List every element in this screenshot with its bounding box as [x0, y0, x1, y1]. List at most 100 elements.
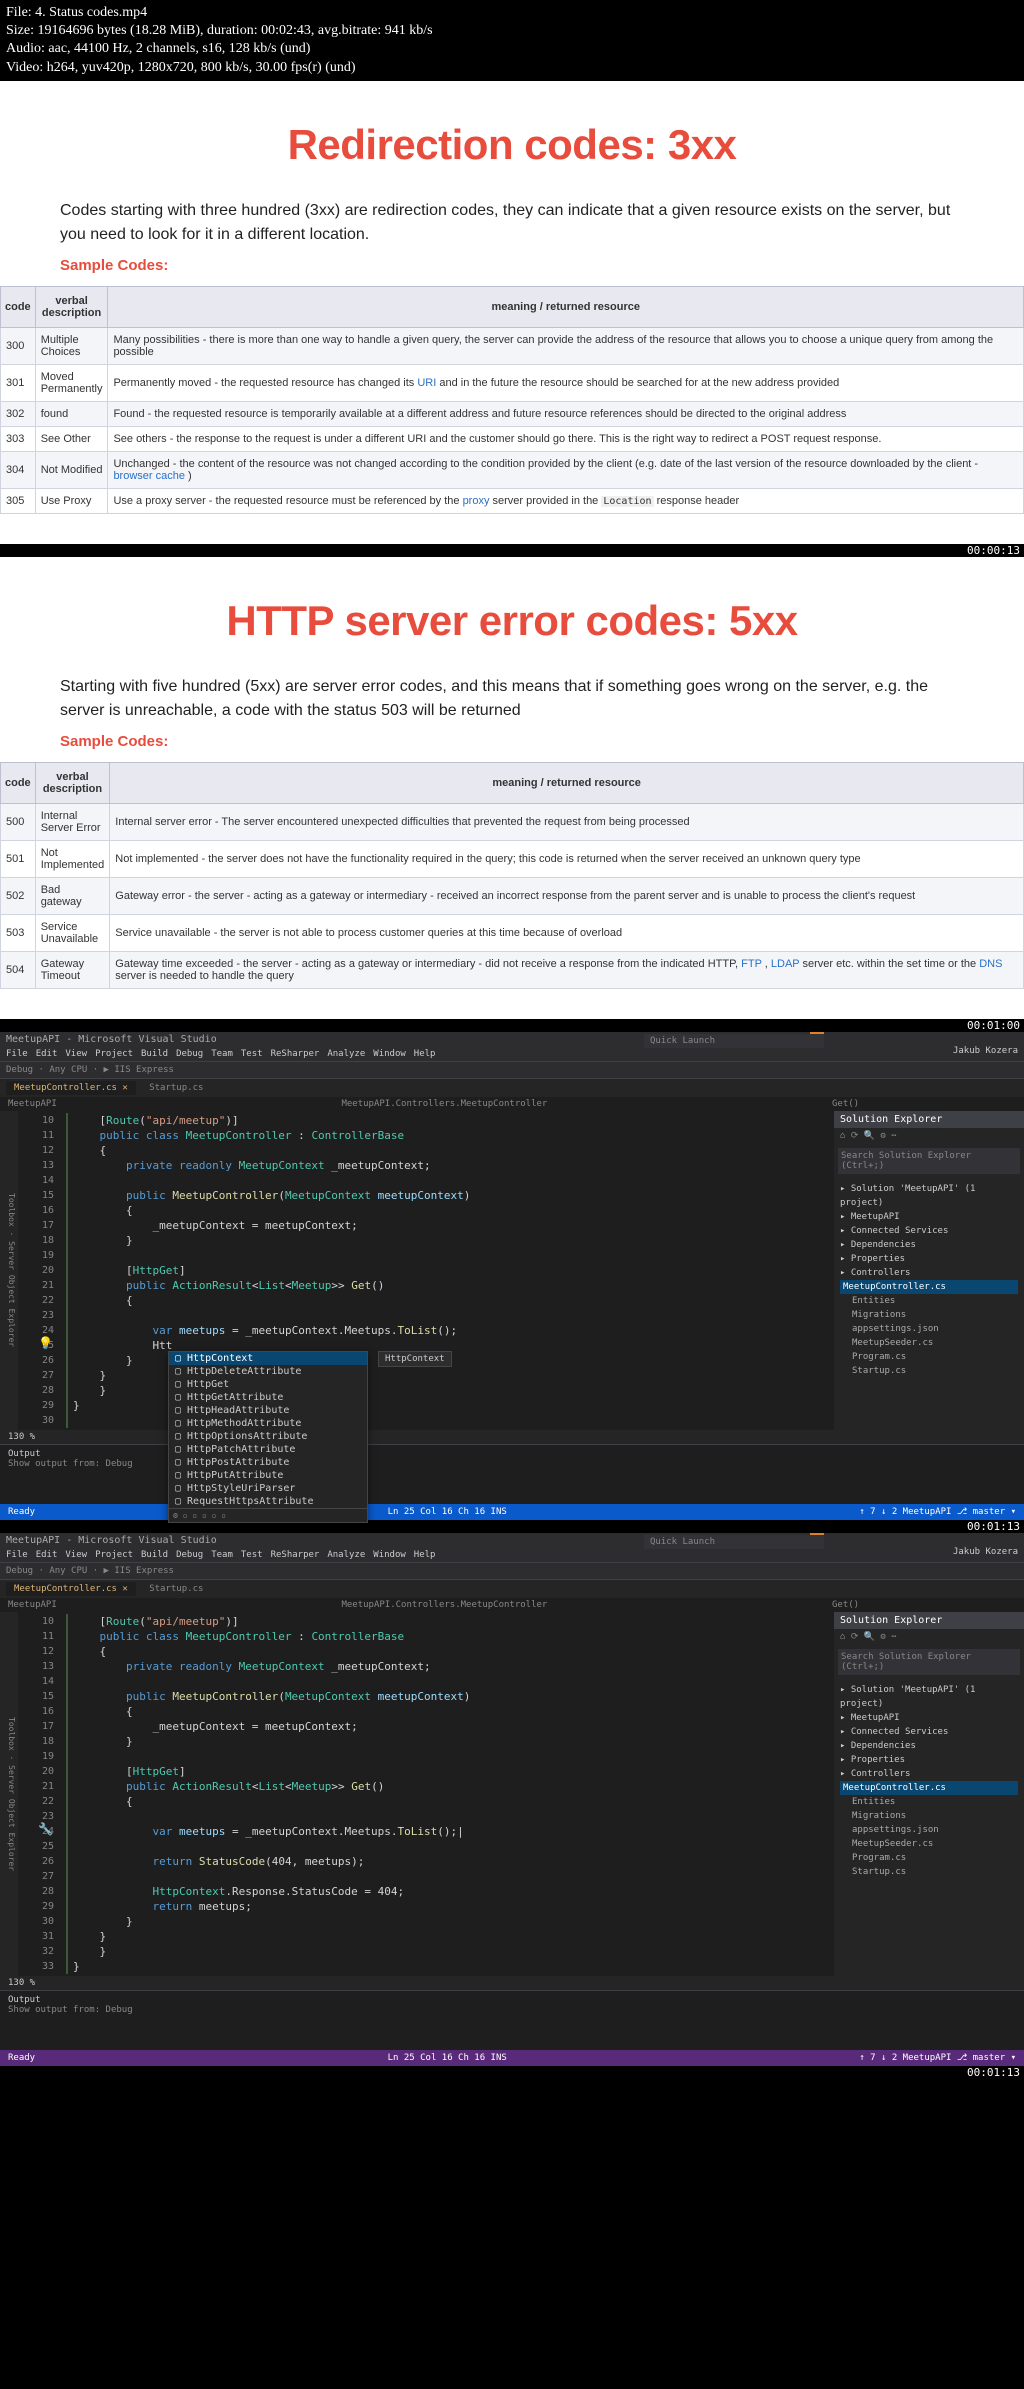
breadcrumb-class[interactable]: MeetupAPI.Controllers.MeetupController: [65, 1097, 824, 1111]
code-line[interactable]: 30: [18, 1413, 834, 1428]
code-line[interactable]: 10 [Route("api/meetup")]: [18, 1113, 834, 1128]
tree-item[interactable]: ▸ Dependencies: [840, 1739, 1018, 1753]
menu-item[interactable]: Edit: [36, 1550, 58, 1560]
menu-item[interactable]: Window: [373, 1550, 406, 1560]
code-line[interactable]: 19: [18, 1749, 834, 1764]
code-line[interactable]: 28 }: [18, 1383, 834, 1398]
solution-explorer[interactable]: Solution Explorer ⌂ ⟳ 🔍 ⚙ ⋯ Search Solut…: [834, 1612, 1024, 1976]
tree-item[interactable]: ▸ Solution 'MeetupAPI' (1 project): [840, 1683, 1018, 1711]
code-line[interactable]: 24 var meetups = _meetupContext.Meetups.…: [18, 1824, 834, 1839]
code-line[interactable]: 28 HttpContext.Response.StatusCode = 404…: [18, 1884, 834, 1899]
quick-launch[interactable]: Quick Launch: [644, 1034, 824, 1048]
intellisense-item[interactable]: ▢ HttpPatchAttribute: [169, 1443, 367, 1456]
editor-tabs[interactable]: MeetupController.cs ✕ Startup.cs: [0, 1079, 1024, 1097]
code-line[interactable]: 31 }: [18, 1929, 834, 1944]
code-line[interactable]: 15 public MeetupController(MeetupContext…: [18, 1689, 834, 1704]
menu-item[interactable]: ReSharper: [271, 1550, 320, 1560]
tree-item[interactable]: ▸ MeetupAPI: [840, 1210, 1018, 1224]
code-line[interactable]: 17 _meetupContext = meetupContext;: [18, 1719, 834, 1734]
tree-item[interactable]: ▸ Controllers: [840, 1767, 1018, 1781]
breadcrumb-left[interactable]: MeetupAPI: [0, 1598, 65, 1612]
code-line[interactable]: 15 public MeetupController(MeetupContext…: [18, 1188, 834, 1203]
code-line[interactable]: 23: [18, 1809, 834, 1824]
tree-item[interactable]: ▸ Dependencies: [840, 1238, 1018, 1252]
code-line[interactable]: 13 private readonly MeetupContext _meetu…: [18, 1659, 834, 1674]
screwdriver-icon[interactable]: 🔧: [38, 1822, 53, 1836]
intellisense-item[interactable]: ▢ HttpMethodAttribute: [169, 1417, 367, 1430]
code-line[interactable]: 26 return StatusCode(404, meetups);: [18, 1854, 834, 1869]
intellisense-item[interactable]: ▢ HttpPutAttribute: [169, 1469, 367, 1482]
tree-item[interactable]: ▸ Connected Services: [840, 1224, 1018, 1238]
menu-item[interactable]: Edit: [36, 1049, 58, 1059]
toolbar[interactable]: Debug · Any CPU · ▶ IIS Express: [0, 1563, 1024, 1580]
code-line[interactable]: 20 [HttpGet]: [18, 1764, 834, 1779]
tree-item[interactable]: Startup.cs: [840, 1865, 1018, 1879]
tree-item[interactable]: appsettings.json: [840, 1823, 1018, 1837]
menu-item[interactable]: Help: [414, 1049, 436, 1059]
breadcrumb-method[interactable]: Get(): [824, 1097, 1024, 1111]
status-git[interactable]: ↑ 7 ↓ 2 MeetupAPI ⎇ master ▾: [859, 2053, 1016, 2063]
code-line[interactable]: 27: [18, 1869, 834, 1884]
code-line[interactable]: 13 private readonly MeetupContext _meetu…: [18, 1158, 834, 1173]
code-line[interactable]: 19: [18, 1248, 834, 1263]
intellisense-item[interactable]: ▢ HttpStyleUriParser: [169, 1482, 367, 1495]
se-search[interactable]: Search Solution Explorer (Ctrl+;): [838, 1148, 1020, 1174]
breadcrumb-class[interactable]: MeetupAPI.Controllers.MeetupController: [65, 1598, 824, 1612]
code-line[interactable]: 11 public class MeetupController : Contr…: [18, 1128, 834, 1143]
tree-item[interactable]: appsettings.json: [840, 1322, 1018, 1336]
tree-item[interactable]: Startup.cs: [840, 1364, 1018, 1378]
menu-item[interactable]: File: [6, 1049, 28, 1059]
main-menu[interactable]: FileEditViewProjectBuildDebugTeamTestReS…: [0, 1047, 1024, 1062]
breadcrumb-method[interactable]: Get(): [824, 1598, 1024, 1612]
tree-item-selected[interactable]: MeetupController.cs: [840, 1280, 1018, 1294]
tree-item[interactable]: Entities: [840, 1294, 1018, 1308]
menu-item[interactable]: File: [6, 1550, 28, 1560]
code-line[interactable]: 29 return meetups;: [18, 1899, 834, 1914]
close-icon[interactable]: ✕: [122, 1584, 127, 1594]
tab-other[interactable]: Startup.cs: [141, 1081, 211, 1095]
link[interactable]: FTP: [741, 958, 762, 970]
menu-item[interactable]: Team: [211, 1049, 233, 1059]
sidebar-left-label[interactable]: Toolbox · Server Object Explorer: [0, 1612, 18, 1976]
code-line[interactable]: 18 }: [18, 1233, 834, 1248]
menu-item[interactable]: View: [65, 1550, 87, 1560]
code-line[interactable]: 22 {: [18, 1293, 834, 1308]
link[interactable]: LDAP: [771, 958, 800, 970]
se-search[interactable]: Search Solution Explorer (Ctrl+;): [838, 1649, 1020, 1675]
code-line[interactable]: 29}: [18, 1398, 834, 1413]
link[interactable]: browser cache: [113, 470, 185, 482]
code-line[interactable]: 27 }: [18, 1368, 834, 1383]
tree-item[interactable]: Program.cs: [840, 1851, 1018, 1865]
menu-item[interactable]: Analyze: [327, 1550, 365, 1560]
tree-item[interactable]: ▸ MeetupAPI: [840, 1711, 1018, 1725]
menu-item[interactable]: Project: [95, 1550, 133, 1560]
intellisense-popup[interactable]: ▢ HttpContext▢ HttpDeleteAttribute ▢ Http…: [168, 1351, 368, 1523]
menu-item[interactable]: Analyze: [327, 1049, 365, 1059]
code-editor[interactable]: 💡 10 [Route("api/meetup")]11 public clas…: [18, 1111, 834, 1430]
code-line[interactable]: 22 {: [18, 1794, 834, 1809]
code-line[interactable]: 17 _meetupContext = meetupContext;: [18, 1218, 834, 1233]
menu-item[interactable]: Build: [141, 1049, 168, 1059]
editor-tabs[interactable]: MeetupController.cs ✕ Startup.cs: [0, 1580, 1024, 1598]
code-line[interactable]: 11 public class MeetupController : Contr…: [18, 1629, 834, 1644]
code-editor[interactable]: 🔧 10 [Route("api/meetup")]11 public clas…: [18, 1612, 834, 1976]
menu-item[interactable]: Build: [141, 1550, 168, 1560]
intellisense-item[interactable]: ▢ RequestHttpsAttribute: [169, 1495, 367, 1508]
close-icon[interactable]: ✕: [122, 1083, 127, 1093]
code-line[interactable]: 14: [18, 1674, 834, 1689]
menu-item[interactable]: Window: [373, 1049, 406, 1059]
breadcrumb-left[interactable]: MeetupAPI: [0, 1097, 65, 1111]
intellisense-item[interactable]: ▢ HttpHeadAttribute: [169, 1404, 367, 1417]
menu-item[interactable]: Debug: [176, 1550, 203, 1560]
intellisense-item[interactable]: ▢ HttpDeleteAttribute: [169, 1365, 367, 1378]
intellisense-item[interactable]: ▢ HttpContext: [169, 1352, 367, 1365]
menu-item[interactable]: Project: [95, 1049, 133, 1059]
code-line[interactable]: 21 public ActionResult<List<Meetup>> Get…: [18, 1779, 834, 1794]
menu-item[interactable]: View: [65, 1049, 87, 1059]
menu-item[interactable]: Test: [241, 1049, 263, 1059]
menu-item[interactable]: ReSharper: [271, 1049, 320, 1059]
output-panel[interactable]: Output Show output from: Debug: [0, 1990, 1024, 2050]
code-line[interactable]: 12 {: [18, 1143, 834, 1158]
link[interactable]: URI: [417, 377, 436, 389]
main-menu[interactable]: FileEditViewProjectBuildDebugTeamTestReS…: [0, 1548, 1024, 1563]
